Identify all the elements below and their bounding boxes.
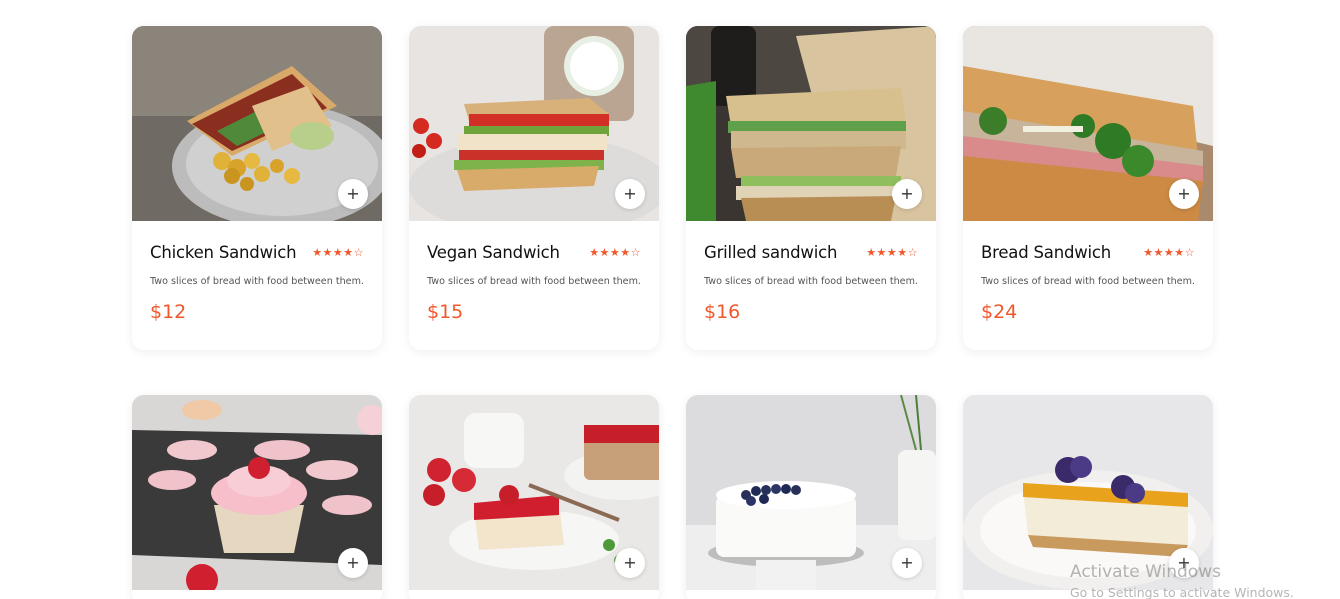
add-to-cart-button[interactable]: + xyxy=(338,548,368,578)
product-title: Chicken Sandwich xyxy=(150,243,297,262)
product-title: Bread Sandwich xyxy=(981,243,1112,262)
product-description: Two slices of bread with food between th… xyxy=(704,276,918,287)
rating-stars-icon: ★★★★☆ xyxy=(866,246,918,259)
grilled-sandwich-image: + xyxy=(686,26,936,221)
product-row-desserts: + + + + xyxy=(132,395,1213,599)
product-title: Grilled sandwich xyxy=(704,243,838,262)
card-body: Grilled sandwich ★★★★☆ Two slices of bre… xyxy=(686,221,936,350)
bread-sandwich-image: + xyxy=(963,26,1213,221)
product-price: $12 xyxy=(150,301,187,323)
add-to-cart-button[interactable]: + xyxy=(892,548,922,578)
chicken-sandwich-image: + xyxy=(132,26,382,221)
product-card-chicken-sandwich[interactable]: + Chicken Sandwich ★★★★☆ Two slices of b… xyxy=(132,26,382,350)
card-body: Bread Sandwich ★★★★☆ Two slices of bread… xyxy=(963,221,1213,350)
cheesecake-image: + xyxy=(963,395,1213,590)
cupcake-image: + xyxy=(132,395,382,590)
product-description: Two slices of bread with food between th… xyxy=(150,276,364,287)
product-row-sandwiches: + Chicken Sandwich ★★★★☆ Two slices of b… xyxy=(132,26,1213,350)
product-grid: + Chicken Sandwich ★★★★☆ Two slices of b… xyxy=(132,26,1213,599)
product-title: Vegan Sandwich xyxy=(427,243,560,262)
card-body: Chicken Sandwich ★★★★☆ Two slices of bre… xyxy=(132,221,382,350)
watermark-title: Activate Windows xyxy=(1070,562,1221,582)
card-body: Vegan Sandwich ★★★★☆ Two slices of bread… xyxy=(409,221,659,350)
product-card-blueberry-cake[interactable]: + xyxy=(686,395,936,599)
windows-activation-watermark: Activate Windows Go to Settings to activ… xyxy=(1070,562,1294,599)
add-to-cart-button[interactable]: + xyxy=(615,179,645,209)
product-price: $16 xyxy=(704,301,741,323)
product-price: $24 xyxy=(981,301,1018,323)
blueberry-cake-image: + xyxy=(686,395,936,590)
product-card-bread-sandwich[interactable]: + Bread Sandwich ★★★★☆ Two slices of bre… xyxy=(963,26,1213,350)
product-description: Two slices of bread with food between th… xyxy=(981,276,1195,287)
title-row: Grilled sandwich ★★★★☆ xyxy=(704,243,918,262)
add-to-cart-button[interactable]: + xyxy=(892,179,922,209)
product-card-vegan-sandwich[interactable]: + Vegan Sandwich ★★★★☆ Two slices of bre… xyxy=(409,26,659,350)
rating-stars-icon: ★★★★☆ xyxy=(312,246,364,259)
rating-stars-icon: ★★★★☆ xyxy=(1143,246,1195,259)
title-row: Vegan Sandwich ★★★★☆ xyxy=(427,243,641,262)
add-to-cart-button[interactable]: + xyxy=(615,548,645,578)
title-row: Bread Sandwich ★★★★☆ xyxy=(981,243,1195,262)
strawberry-cake-image: + xyxy=(409,395,659,590)
product-price: $15 xyxy=(427,301,464,323)
vegan-sandwich-image: + xyxy=(409,26,659,221)
product-description: Two slices of bread with food between th… xyxy=(427,276,641,287)
rating-stars-icon: ★★★★☆ xyxy=(589,246,641,259)
title-row: Chicken Sandwich ★★★★☆ xyxy=(150,243,364,262)
add-to-cart-button[interactable]: + xyxy=(338,179,368,209)
product-card-grilled-sandwich[interactable]: + Grilled sandwich ★★★★☆ Two slices of b… xyxy=(686,26,936,350)
add-to-cart-button[interactable]: + xyxy=(1169,179,1199,209)
watermark-subtitle: Go to Settings to activate Windows. xyxy=(1070,585,1294,599)
product-card-strawberry-cake[interactable]: + xyxy=(409,395,659,599)
product-card-cupcake[interactable]: + xyxy=(132,395,382,599)
